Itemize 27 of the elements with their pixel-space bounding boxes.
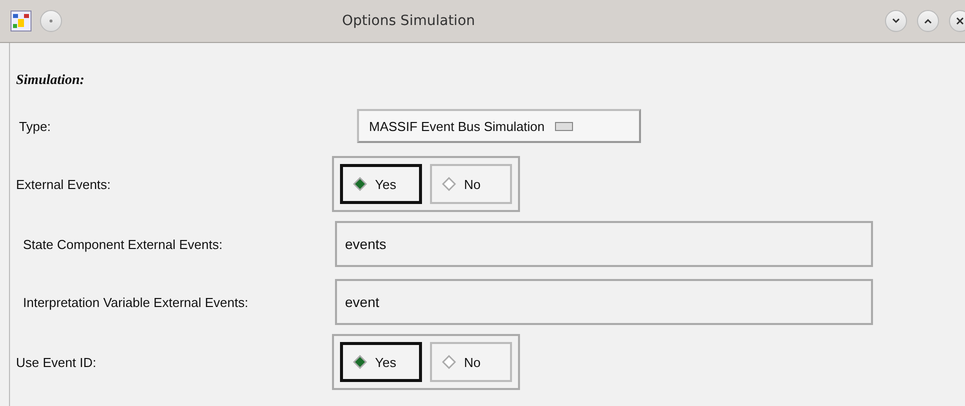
field-label: Type: [18, 118, 52, 134]
minimize-button[interactable] [885, 10, 907, 32]
input-field[interactable]: event [335, 279, 873, 325]
close-button[interactable] [949, 10, 965, 32]
input-field[interactable]: events [335, 221, 873, 267]
radio-button[interactable]: No [430, 342, 512, 382]
app-icon [10, 10, 32, 32]
field-label: Use Event ID: [16, 354, 98, 370]
radio-button[interactable]: No [430, 164, 512, 204]
section-title: Simulation: [16, 72, 86, 90]
maximize-button[interactable] [917, 10, 939, 32]
radio-indicator-icon [353, 177, 367, 191]
radio-button[interactable]: Yes [340, 164, 422, 204]
radio-indicator-icon [442, 355, 456, 369]
dropdown[interactable]: MASSIF Event Bus Simulation [357, 109, 641, 143]
chevron-down-icon [891, 17, 901, 25]
dot-icon [48, 18, 54, 24]
chevron-up-icon [923, 17, 933, 25]
field-label: Interpretation Variable External Events: [22, 294, 250, 310]
radio-indicator-icon [442, 177, 456, 191]
field-label: External Events: [16, 176, 112, 192]
window-title: Options Simulation [340, 13, 476, 29]
radio-indicator-icon [353, 355, 367, 369]
close-icon [955, 16, 965, 26]
dropdown-indicator-icon [554, 122, 573, 130]
radio-button[interactable]: Yes [340, 342, 422, 382]
field-label: State Component External Events: [22, 236, 224, 252]
